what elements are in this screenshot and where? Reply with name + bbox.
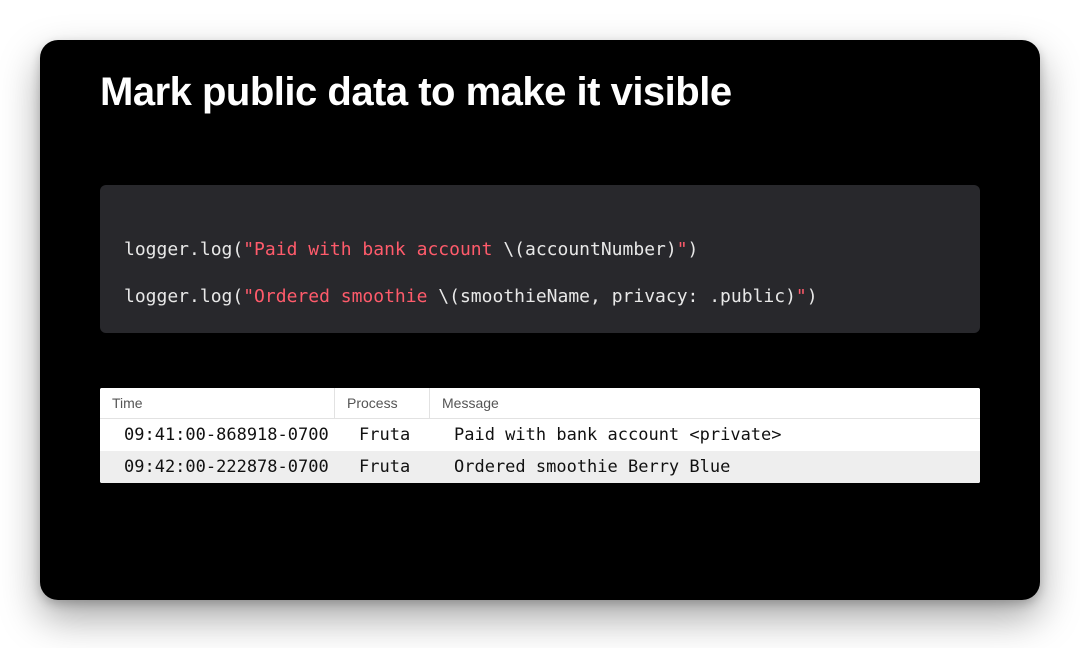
log-row: 09:41:00-868918-0700 Fruta Paid with ban… (100, 419, 980, 451)
code-block: logger.log("Paid with bank account \(acc… (100, 185, 980, 333)
code-line-2: logger.log("Ordered smoothie \(smoothieN… (124, 283, 956, 312)
log-row: 09:42:00-222878-0700 Fruta Ordered smoot… (100, 451, 980, 483)
code-token-call: logger.log( (124, 239, 243, 260)
code-token-interpolation: \(smoothieName, privacy: .public) (438, 286, 796, 307)
log-cell-time: 09:41:00-868918-0700 (100, 419, 335, 451)
code-token-string: "Paid with bank account (243, 239, 503, 260)
code-line-1: logger.log("Paid with bank account \(acc… (124, 236, 956, 265)
code-token-call: logger.log( (124, 286, 243, 307)
code-token-interpolation: \(accountNumber) (503, 239, 676, 260)
log-header-process: Process (335, 388, 430, 418)
log-cell-process: Fruta (335, 419, 430, 451)
code-token-string-close: " (796, 286, 807, 307)
code-token-string-close: " (677, 239, 688, 260)
log-header-message: Message (430, 388, 980, 418)
slide: Mark public data to make it visible logg… (40, 40, 1040, 600)
log-panel: Time Process Message 09:41:00-868918-070… (100, 388, 980, 483)
code-token-call-close: ) (688, 239, 699, 260)
code-token-call-close: ) (807, 286, 818, 307)
log-cell-time: 09:42:00-222878-0700 (100, 451, 335, 483)
log-header-row: Time Process Message (100, 388, 980, 419)
slide-title: Mark public data to make it visible (100, 70, 980, 115)
log-header-time: Time (100, 388, 335, 418)
log-cell-process: Fruta (335, 451, 430, 483)
log-cell-message: Ordered smoothie Berry Blue (430, 451, 980, 483)
log-cell-message: Paid with bank account <private> (430, 419, 980, 451)
code-token-string: "Ordered smoothie (243, 286, 438, 307)
